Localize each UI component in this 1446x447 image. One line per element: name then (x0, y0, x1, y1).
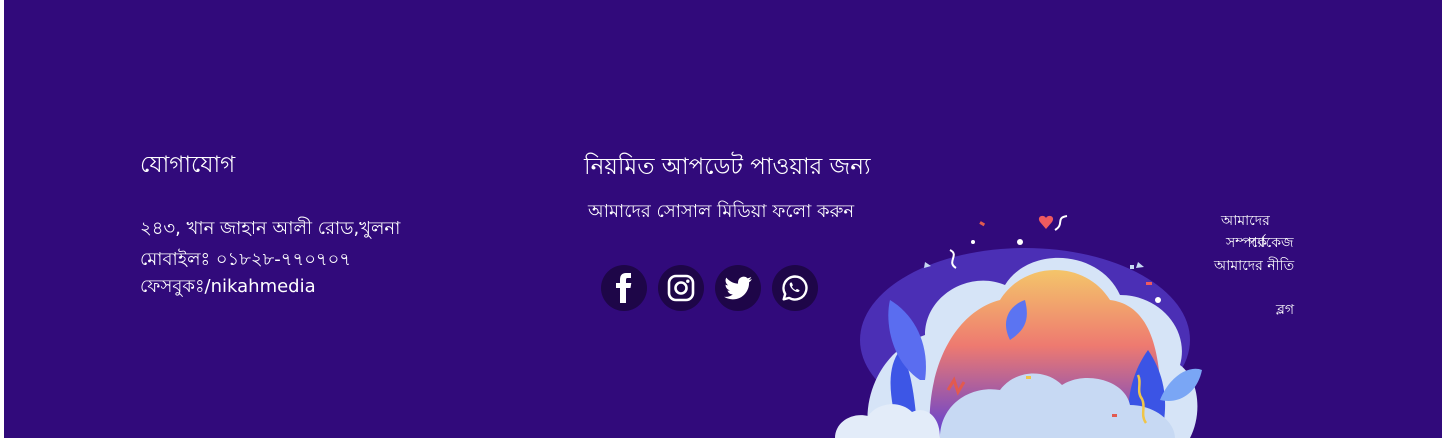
whatsapp-button[interactable] (772, 265, 818, 311)
footer: যোগাযোগ ২৪৩, খান জাহান আলী রোড,খুলনা মোব… (4, 0, 1442, 438)
social-title: নিয়মিত আপডেট পাওয়ার জন্য (584, 154, 871, 180)
link-about-line1[interactable]: আমাদের (1221, 209, 1270, 233)
instagram-button[interactable] (658, 265, 704, 311)
social-subtitle: আমাদের সোসাল মিডিয়া ফলো করুন (588, 201, 855, 222)
contact-address: ২৪৩, খান জাহান আলী রোড,খুলনা (140, 218, 401, 239)
instagram-icon (667, 274, 695, 302)
link-policy[interactable]: আমাদের নীতি (1214, 254, 1294, 278)
whatsapp-icon (782, 275, 808, 301)
facebook-icon (616, 273, 632, 303)
contact-facebook[interactable]: ফেসবুকঃ/nikahmedia (140, 272, 316, 303)
facebook-button[interactable] (601, 265, 647, 311)
link-blog[interactable]: ব্লগ (1276, 298, 1294, 322)
twitter-icon (724, 276, 752, 300)
twitter-button[interactable] (715, 265, 761, 311)
contact-title: যোগাযোগ (140, 152, 236, 178)
celebration-illustration (835, 215, 1202, 438)
link-package[interactable]: প্যাকেজ (1248, 231, 1294, 255)
